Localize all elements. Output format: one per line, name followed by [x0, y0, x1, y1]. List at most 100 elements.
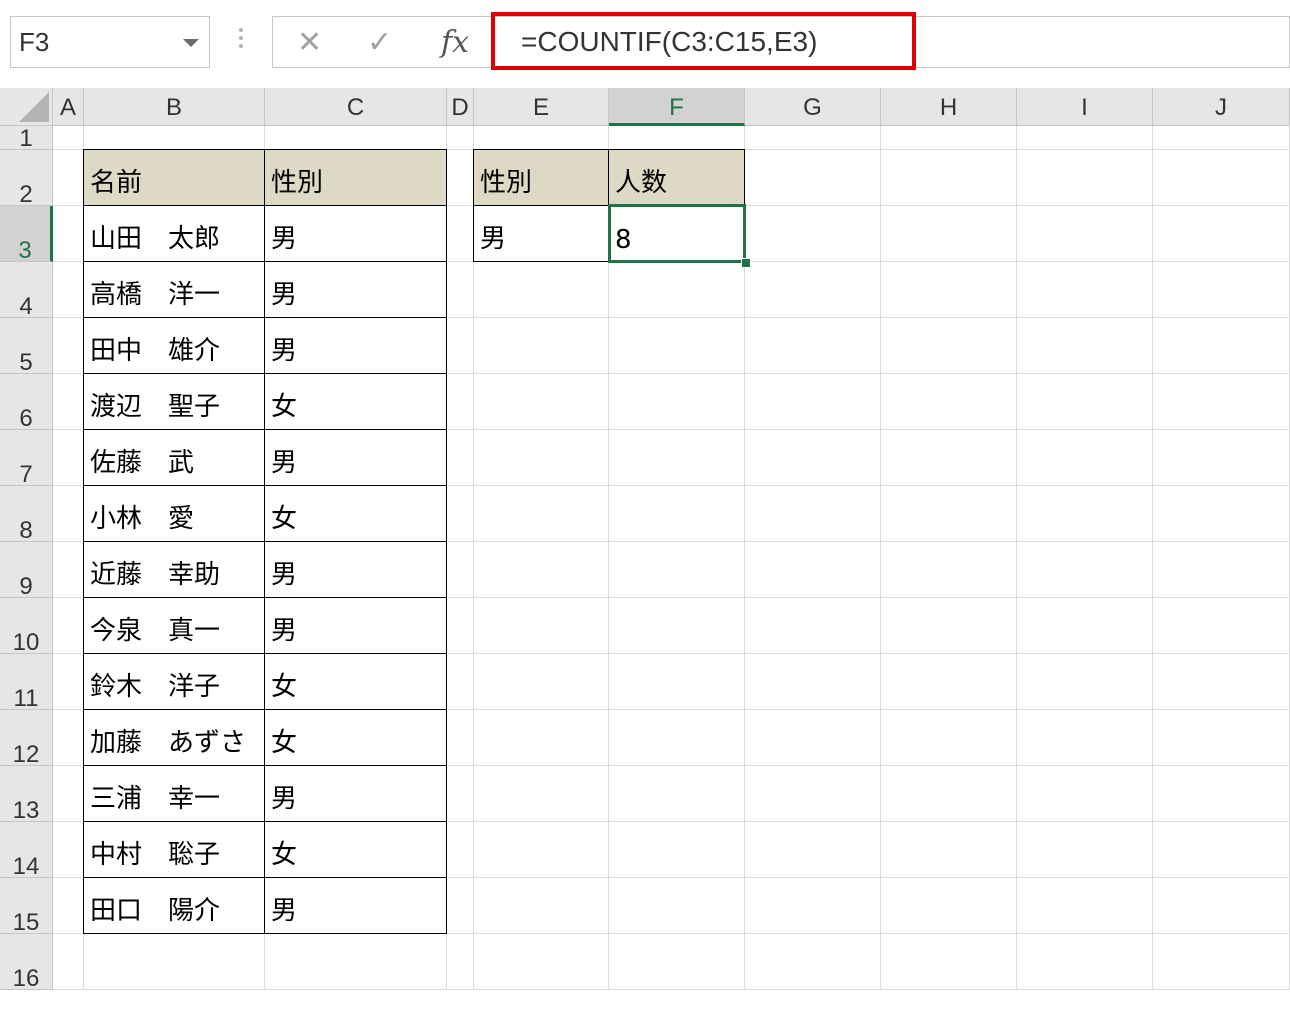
column-header-e[interactable]: E — [474, 88, 609, 126]
cell-i13[interactable] — [1017, 766, 1153, 822]
cell-j1[interactable] — [1153, 126, 1290, 150]
cell-j11[interactable] — [1153, 654, 1290, 710]
cell-f14[interactable] — [609, 822, 745, 878]
table1-cell-12-1[interactable]: 男 — [264, 877, 447, 934]
cell-f13[interactable] — [609, 766, 745, 822]
cell-h2[interactable] — [881, 150, 1017, 206]
table1-cell-11-0[interactable]: 中村 聡子 — [83, 821, 265, 878]
cell-h12[interactable] — [881, 710, 1017, 766]
cell-i10[interactable] — [1017, 598, 1153, 654]
cell-f10[interactable] — [609, 598, 745, 654]
cell-d13[interactable] — [447, 766, 474, 822]
select-all-button[interactable] — [0, 88, 53, 126]
cell-a2[interactable] — [53, 150, 84, 206]
cell-a11[interactable] — [53, 654, 84, 710]
row-header-5[interactable]: 5 — [0, 318, 53, 376]
cell-c1[interactable] — [265, 126, 447, 150]
cell-h6[interactable] — [881, 374, 1017, 430]
column-header-d[interactable]: D — [447, 88, 474, 126]
cell-h5[interactable] — [881, 318, 1017, 374]
table1-cell-11-1[interactable]: 女 — [264, 821, 447, 878]
cell-f1[interactable] — [609, 126, 745, 150]
cell-d9[interactable] — [447, 542, 474, 598]
row-header-6[interactable]: 6 — [0, 374, 53, 432]
cell-j16[interactable] — [1153, 934, 1290, 990]
cell-g2[interactable] — [745, 150, 881, 206]
cell-g3[interactable] — [745, 206, 881, 262]
cell-j12[interactable] — [1153, 710, 1290, 766]
table1-cell-2-0[interactable]: 田中 雄介 — [83, 317, 265, 374]
cell-d10[interactable] — [447, 598, 474, 654]
cell-j2[interactable] — [1153, 150, 1290, 206]
cell-d1[interactable] — [447, 126, 474, 150]
column-header-g[interactable]: G — [745, 88, 881, 126]
cell-e5[interactable] — [474, 318, 609, 374]
table1-cell-10-1[interactable]: 男 — [264, 765, 447, 822]
cell-h1[interactable] — [881, 126, 1017, 150]
insert-function-icon[interactable]: fx — [441, 25, 469, 60]
cell-g16[interactable] — [745, 934, 881, 990]
cell-j5[interactable] — [1153, 318, 1290, 374]
cell-g5[interactable] — [745, 318, 881, 374]
table2-header-1[interactable]: 人数 — [608, 149, 745, 206]
cell-a15[interactable] — [53, 878, 84, 934]
column-header-f[interactable]: F — [609, 88, 745, 126]
close-icon[interactable]: ✕ — [297, 25, 322, 60]
cell-e9[interactable] — [474, 542, 609, 598]
cell-a7[interactable] — [53, 430, 84, 486]
column-header-i[interactable]: I — [1017, 88, 1153, 126]
column-header-h[interactable]: H — [881, 88, 1017, 126]
cell-g14[interactable] — [745, 822, 881, 878]
cell-i12[interactable] — [1017, 710, 1153, 766]
cell-f4[interactable] — [609, 262, 745, 318]
cell-f11[interactable] — [609, 654, 745, 710]
table1-cell-5-0[interactable]: 小林 愛 — [83, 485, 265, 542]
table1-cell-6-1[interactable]: 男 — [264, 541, 447, 598]
cell-i6[interactable] — [1017, 374, 1153, 430]
table1-cell-0-1[interactable]: 男 — [264, 205, 447, 262]
cell-a16[interactable] — [53, 934, 84, 990]
table1-header-1[interactable]: 性別 — [264, 149, 447, 206]
cell-j14[interactable] — [1153, 822, 1290, 878]
table1-cell-0-0[interactable]: 山田 太郎 — [83, 205, 265, 262]
table1-cell-4-1[interactable]: 男 — [264, 429, 447, 486]
fill-handle[interactable] — [741, 258, 751, 268]
cell-a12[interactable] — [53, 710, 84, 766]
column-header-c[interactable]: C — [265, 88, 447, 126]
cell-e10[interactable] — [474, 598, 609, 654]
spreadsheet-grid[interactable]: A B C D E F G H I J 1 2 3 4 5 6 7 8 9 10 11 12 13 14 15 16 名前 性別 山田 … — [0, 88, 1290, 992]
cell-a4[interactable] — [53, 262, 84, 318]
table1-cell-2-1[interactable]: 男 — [264, 317, 447, 374]
cell-j4[interactable] — [1153, 262, 1290, 318]
column-header-j[interactable]: J — [1153, 88, 1290, 126]
row-header-3[interactable]: 3 — [0, 206, 53, 264]
row-header-10[interactable]: 10 — [0, 598, 53, 656]
cell-e7[interactable] — [474, 430, 609, 486]
cell-d11[interactable] — [447, 654, 474, 710]
cell-e1[interactable] — [474, 126, 609, 150]
cell-g12[interactable] — [745, 710, 881, 766]
cell-g1[interactable] — [745, 126, 881, 150]
table1-cell-5-1[interactable]: 女 — [264, 485, 447, 542]
cell-a14[interactable] — [53, 822, 84, 878]
table1-cell-7-1[interactable]: 男 — [264, 597, 447, 654]
cell-b1[interactable] — [84, 126, 265, 150]
cell-f15[interactable] — [609, 878, 745, 934]
cell-j7[interactable] — [1153, 430, 1290, 486]
cell-i4[interactable] — [1017, 262, 1153, 318]
cell-i11[interactable] — [1017, 654, 1153, 710]
cell-i14[interactable] — [1017, 822, 1153, 878]
table1-cell-3-0[interactable]: 渡辺 聖子 — [83, 373, 265, 430]
table1-cell-3-1[interactable]: 女 — [264, 373, 447, 430]
cell-h8[interactable] — [881, 486, 1017, 542]
cell-g8[interactable] — [745, 486, 881, 542]
name-box[interactable]: F3 — [10, 16, 210, 68]
cell-e13[interactable] — [474, 766, 609, 822]
check-icon[interactable]: ✓ — [367, 25, 392, 60]
cell-i8[interactable] — [1017, 486, 1153, 542]
cell-d15[interactable] — [447, 878, 474, 934]
cell-a1[interactable] — [53, 126, 84, 150]
table1-cell-12-0[interactable]: 田口 陽介 — [83, 877, 265, 934]
cell-d14[interactable] — [447, 822, 474, 878]
cell-i1[interactable] — [1017, 126, 1153, 150]
